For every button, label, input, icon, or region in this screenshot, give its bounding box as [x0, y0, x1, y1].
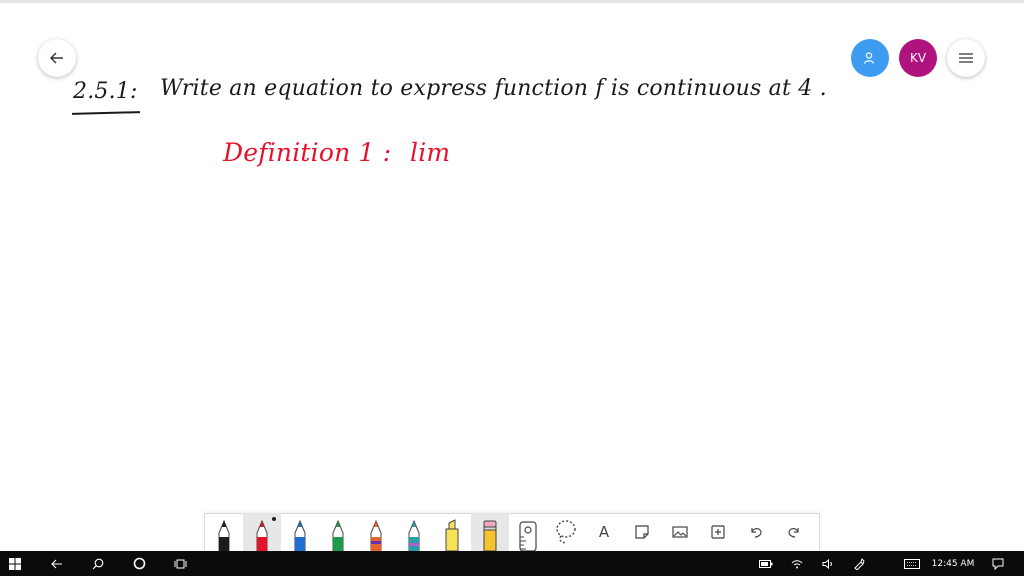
image-tool[interactable] [661, 513, 699, 551]
pen-black-icon [218, 519, 230, 551]
pen-green-tool[interactable] [319, 513, 357, 551]
ruler-tool[interactable] [509, 513, 547, 551]
task-view-icon [174, 559, 187, 568]
task-view-button[interactable] [166, 551, 196, 576]
speaker-icon [822, 558, 832, 569]
pen-red-tool[interactable] [243, 513, 281, 551]
lasso-tool[interactable] [547, 513, 585, 551]
pen-teal-tool[interactable] [395, 513, 433, 551]
undo-button[interactable] [737, 513, 775, 551]
pen-red-icon [256, 519, 268, 551]
battery-icon [759, 559, 773, 568]
pencil-icon [483, 520, 497, 551]
search-button[interactable] [83, 551, 113, 576]
undo-icon [751, 528, 762, 538]
cortana-circle-icon [133, 557, 145, 570]
windows-logo-icon [9, 557, 21, 570]
start-button[interactable] [0, 551, 30, 576]
pencil-tool[interactable] [471, 513, 509, 551]
definition-start: lim [410, 138, 451, 167]
search-icon [92, 558, 104, 569]
pen-workspace-icon-tray[interactable] [851, 551, 867, 576]
volume-icon-tray[interactable] [820, 551, 836, 576]
problem-number: 2.5.1: [73, 79, 138, 104]
highlighter-tool[interactable] [433, 513, 471, 551]
highlighter-icon [445, 519, 459, 551]
ink-canvas[interactable]: 2.5.1: Write an equation to express func… [0, 60, 1024, 510]
sticky-note-icon [635, 525, 649, 539]
pen-toolbar: A [204, 513, 820, 551]
pen-green-icon [332, 519, 344, 551]
keyboard-icon-tray[interactable] [902, 551, 922, 576]
insert-tool[interactable] [699, 513, 737, 551]
arrow-left-icon [51, 559, 62, 568]
lasso-icon [556, 520, 576, 544]
top-border [0, 0, 1024, 3]
pen-blue-tool[interactable] [281, 513, 319, 551]
pen-workspace-icon [854, 557, 865, 570]
selected-dot [272, 517, 276, 521]
pen-orange-tool[interactable] [357, 513, 395, 551]
windows-taskbar: 12:45 AM [0, 551, 1024, 576]
add-box-icon [711, 525, 725, 539]
pen-black-tool[interactable] [205, 513, 243, 551]
cortana-button[interactable] [124, 551, 154, 576]
redo-icon [788, 528, 799, 538]
battery-icon-tray[interactable] [757, 551, 775, 576]
network-icon-tray[interactable] [789, 551, 805, 576]
sticky-note-tool[interactable] [623, 513, 661, 551]
definition-label: Definition 1 : [223, 138, 392, 167]
text-tool[interactable]: A [585, 513, 623, 551]
pen-orange-icon [370, 519, 382, 551]
redo-button[interactable] [775, 513, 813, 551]
taskbar-back-button[interactable] [42, 551, 72, 576]
pen-teal-icon [408, 519, 420, 551]
ruler-icon [519, 521, 537, 551]
text-tool-icon: A [598, 523, 610, 541]
problem-statement: Write an equation to express function f … [160, 76, 827, 101]
image-icon [672, 526, 688, 538]
pen-blue-icon [294, 519, 306, 551]
action-center-icon [992, 558, 1004, 570]
notifications-button[interactable] [988, 551, 1008, 576]
taskbar-clock[interactable]: 12:45 AM [925, 551, 981, 576]
problem-number-underline [71, 111, 141, 115]
keyboard-icon [904, 558, 920, 569]
wifi-icon [791, 559, 803, 568]
